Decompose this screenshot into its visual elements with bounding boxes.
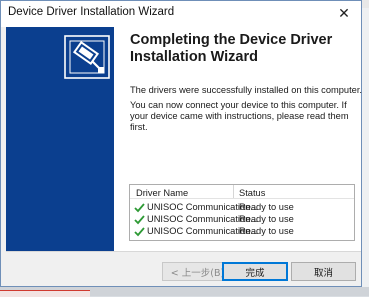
check-icon (134, 203, 145, 213)
check-icon (134, 215, 145, 225)
table-row: UNISOC Communication... Ready to use (130, 202, 354, 214)
column-divider (233, 185, 234, 198)
driver-status-table: Driver Name Status UNISOC Communication.… (129, 184, 355, 241)
driver-status: Ready to use (239, 226, 294, 236)
check-icon (134, 227, 145, 237)
driver-status: Ready to use (239, 214, 294, 224)
background-window-right (362, 8, 369, 296)
wizard-content: Completing the Device Driver Installatio… (114, 27, 363, 251)
close-button[interactable]: ✕ (327, 1, 361, 27)
finish-button[interactable]: 完成 (222, 262, 288, 281)
instructions-message: You can now connect your device to this … (130, 100, 349, 132)
cancel-button[interactable]: 取消 (291, 262, 356, 281)
title-bar[interactable]: Device Driver Installation Wizard ✕ (1, 1, 361, 27)
page-title: Completing the Device Driver Installatio… (130, 32, 333, 65)
column-header-status: Status (239, 188, 266, 198)
table-row: UNISOC Communication... Ready to use (130, 214, 354, 226)
device-installer-icon (64, 35, 110, 79)
wizard-dialog: Device Driver Installation Wizard ✕ Comp… (0, 0, 362, 287)
driver-status: Ready to use (239, 202, 294, 212)
column-header-driver-name: Driver Name (136, 188, 189, 198)
wizard-banner (6, 27, 114, 251)
success-message: The drivers were successfully installed … (130, 85, 363, 95)
button-area-divider (6, 251, 361, 252)
close-icon: ✕ (338, 6, 350, 22)
header-divider (130, 198, 354, 199)
table-row: UNISOC Communication... Ready to use (130, 226, 354, 238)
window-title: Device Driver Installation Wizard (8, 6, 175, 18)
